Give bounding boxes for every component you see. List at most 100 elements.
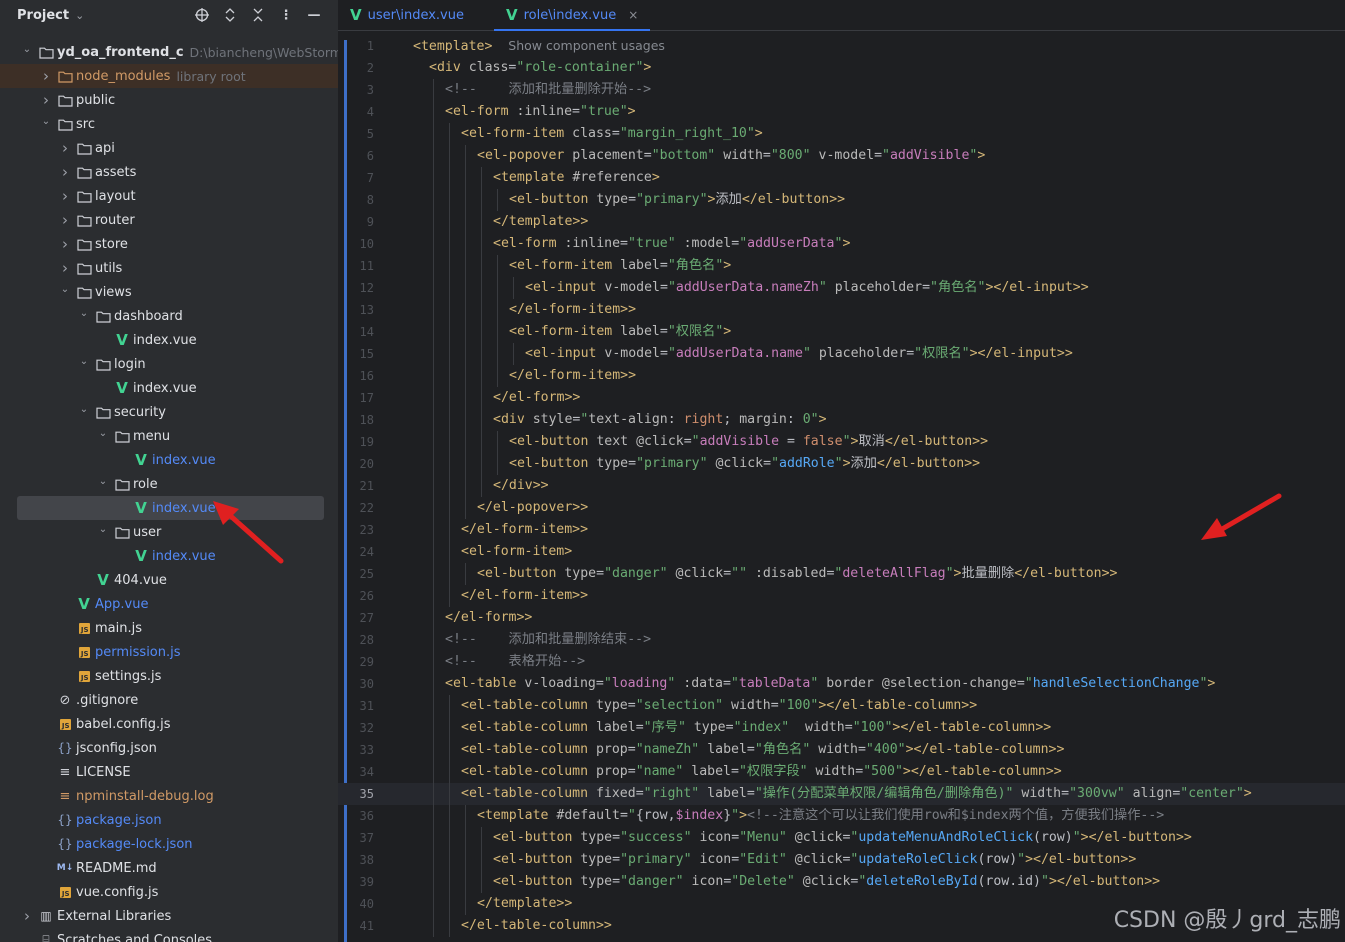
code-line[interactable]: 9 </template>>: [338, 211, 1345, 233]
tree-item[interactable]: ⌄ yd_oa_frontend_c D:\biancheng\WebStormPr…: [0, 40, 338, 64]
tree-item[interactable]: ⊘ .gitignore: [0, 688, 338, 712]
tree-item[interactable]: {} jsconfig.json: [0, 736, 338, 760]
code-line[interactable]: 21 </div>>: [338, 475, 1345, 497]
tree-item[interactable]: ⌄ menu: [0, 424, 338, 448]
tree-item[interactable]: JS settings.js: [0, 664, 338, 688]
tree-item[interactable]: V App.vue: [0, 592, 338, 616]
code-line[interactable]: 8 <el-button type="primary">添加</el-button…: [338, 189, 1345, 211]
code-line[interactable]: 19 <el-button text @click="addVisible = f…: [338, 431, 1345, 453]
code-line[interactable]: 14 <el-form-item label="权限名">: [338, 321, 1345, 343]
code-line[interactable]: 28 <!-- 添加和批量删除结束-->: [338, 629, 1345, 651]
tree-item[interactable]: › router: [0, 208, 338, 232]
chevron-right-icon[interactable]: ›: [58, 187, 72, 205]
code-line[interactable]: 17 </el-form>>: [338, 387, 1345, 409]
chevron-down-icon[interactable]: ⌄: [96, 524, 110, 535]
code-line[interactable]: 20 <el-button type="primary" @click="addR…: [338, 453, 1345, 475]
code-line[interactable]: 13 </el-form-item>>: [338, 299, 1345, 321]
chevron-down-icon[interactable]: ⌄: [77, 404, 91, 415]
code-line[interactable]: 29 <!-- 表格开始-->: [338, 651, 1345, 673]
code-line[interactable]: 36 <template #default="{row,$index}"><!--…: [338, 805, 1345, 827]
tree-item[interactable]: › node_modules library root: [0, 64, 338, 88]
chevron-down-icon[interactable]: ⌄: [20, 44, 34, 55]
code-line[interactable]: 33 <el-table-column prop="nameZh" label="…: [338, 739, 1345, 761]
code-line[interactable]: 12 <el-input v-model="addUserData.nameZh"…: [338, 277, 1345, 299]
code-line[interactable]: 1 <template> Show component usages: [338, 35, 1345, 57]
chevron-down-icon[interactable]: ⌄: [39, 116, 53, 127]
tree-item[interactable]: Vindex.vue: [0, 448, 338, 472]
chevron-down-icon[interactable]: ⌄: [96, 476, 110, 487]
code-line[interactable]: 27 </el-form>>: [338, 607, 1345, 629]
tree-item[interactable]: ⌄ security: [0, 400, 338, 424]
code-line[interactable]: 15 <el-input v-model="addUserData.name" p…: [338, 343, 1345, 365]
tree-item[interactable]: ⌄ views: [0, 280, 338, 304]
tree-item[interactable]: Vindex.vue: [0, 544, 338, 568]
code-line[interactable]: 22 </el-popover>>: [338, 497, 1345, 519]
code-line[interactable]: 4 <el-form :inline="true">: [338, 101, 1345, 123]
code-line[interactable]: 18 <div style="text-align: right; margin:…: [338, 409, 1345, 431]
tree-item[interactable]: › layout: [0, 184, 338, 208]
code-line[interactable]: 32 <el-table-column label="序号" type="inde…: [338, 717, 1345, 739]
tree-item[interactable]: {} package.json: [0, 808, 338, 832]
expand-icon[interactable]: [220, 5, 240, 25]
code-line[interactable]: 25 <el-button type="danger" @click="" :di…: [338, 563, 1345, 585]
chevron-down-icon[interactable]: ⌄: [77, 356, 91, 367]
tree-item[interactable]: ≡ npminstall-debug.log: [0, 784, 338, 808]
code-line[interactable]: 2 <div class="role-container">: [338, 57, 1345, 79]
minimize-icon[interactable]: —: [304, 5, 324, 25]
code-line[interactable]: 37 <el-button type="success" icon="Menu" …: [338, 827, 1345, 849]
code-line[interactable]: 35 <el-table-column fixed="right" label="…: [338, 783, 1345, 805]
chevron-right-icon[interactable]: ›: [58, 211, 72, 229]
tree-item[interactable]: Vindex.vue: [0, 376, 338, 400]
code-line[interactable]: 31 <el-table-column type="selection" widt…: [338, 695, 1345, 717]
code-line[interactable]: 26 </el-form-item>>: [338, 585, 1345, 607]
chevron-right-icon[interactable]: ›: [58, 235, 72, 253]
chevron-right-icon[interactable]: ›: [58, 259, 72, 277]
tree-item[interactable]: ⌸ Scratches and Consoles: [0, 928, 338, 942]
tree-item[interactable]: JS main.js: [0, 616, 338, 640]
more-icon[interactable]: ⋮: [276, 5, 296, 25]
chevron-right-icon[interactable]: ›: [58, 163, 72, 181]
tree-item[interactable]: › store: [0, 232, 338, 256]
chevron-down-icon[interactable]: ⌄: [77, 308, 91, 319]
code-editor[interactable]: 1 <template> Show component usages 2 <div c…: [338, 35, 1345, 937]
tree-item[interactable]: ⌄ role: [0, 472, 338, 496]
tree-item[interactable]: › api: [0, 136, 338, 160]
code-line[interactable]: 24 <el-form-item>: [338, 541, 1345, 563]
tree-item[interactable]: V 404.vue: [0, 568, 338, 592]
crosshair-icon[interactable]: [192, 5, 212, 25]
project-title[interactable]: Project: [17, 8, 69, 23]
tree-item[interactable]: › ▥ External Libraries: [0, 904, 338, 928]
chevron-right-icon[interactable]: ›: [20, 907, 34, 925]
code-line[interactable]: 10 <el-form :inline="true" :model="addUse…: [338, 233, 1345, 255]
tree-item[interactable]: ⌄ src: [0, 112, 338, 136]
collapse-icon[interactable]: [248, 5, 268, 25]
code-line[interactable]: 16 </el-form-item>>: [338, 365, 1345, 387]
chevron-down-icon[interactable]: ⌄: [75, 9, 84, 22]
tree-item[interactable]: Vindex.vue: [0, 328, 338, 352]
code-line[interactable]: 11 <el-form-item label="角色名">: [338, 255, 1345, 277]
code-line[interactable]: 34 <el-table-column prop="name" label="权限…: [338, 761, 1345, 783]
chevron-right-icon[interactable]: ›: [39, 67, 53, 85]
chevron-right-icon[interactable]: ›: [39, 91, 53, 109]
tree-item[interactable]: {} package-lock.json: [0, 832, 338, 856]
code-line[interactable]: 23 </el-form-item>>: [338, 519, 1345, 541]
tree-item[interactable]: ⌄ login: [0, 352, 338, 376]
tree-item[interactable]: Vindex.vue: [17, 496, 324, 520]
tree-item[interactable]: › utils: [0, 256, 338, 280]
code-line[interactable]: 5 <el-form-item class="margin_right_10">: [338, 123, 1345, 145]
tree-item[interactable]: › assets: [0, 160, 338, 184]
tree-item[interactable]: JS permission.js: [0, 640, 338, 664]
tree-item[interactable]: JS babel.config.js: [0, 712, 338, 736]
tab-user-index-vue[interactable]: V user\index.vue: [338, 0, 476, 30]
code-line[interactable]: 7 <template #reference>: [338, 167, 1345, 189]
code-line[interactable]: 6 <el-popover placement="bottom" width="8…: [338, 145, 1345, 167]
tree-item[interactable]: ≡ LICENSE: [0, 760, 338, 784]
chevron-right-icon[interactable]: ›: [58, 139, 72, 157]
tree-item[interactable]: M↓ README.md: [0, 856, 338, 880]
tree-item[interactable]: JS vue.config.js: [0, 880, 338, 904]
project-panel-header[interactable]: Project ⌄ ⋮ —: [0, 0, 338, 30]
chevron-down-icon[interactable]: ⌄: [96, 428, 110, 439]
tree-item[interactable]: ⌄ dashboard: [0, 304, 338, 328]
code-line[interactable]: 3 <!-- 添加和批量删除开始-->: [338, 79, 1345, 101]
code-line[interactable]: 39 <el-button type="danger" icon="Delete"…: [338, 871, 1345, 893]
